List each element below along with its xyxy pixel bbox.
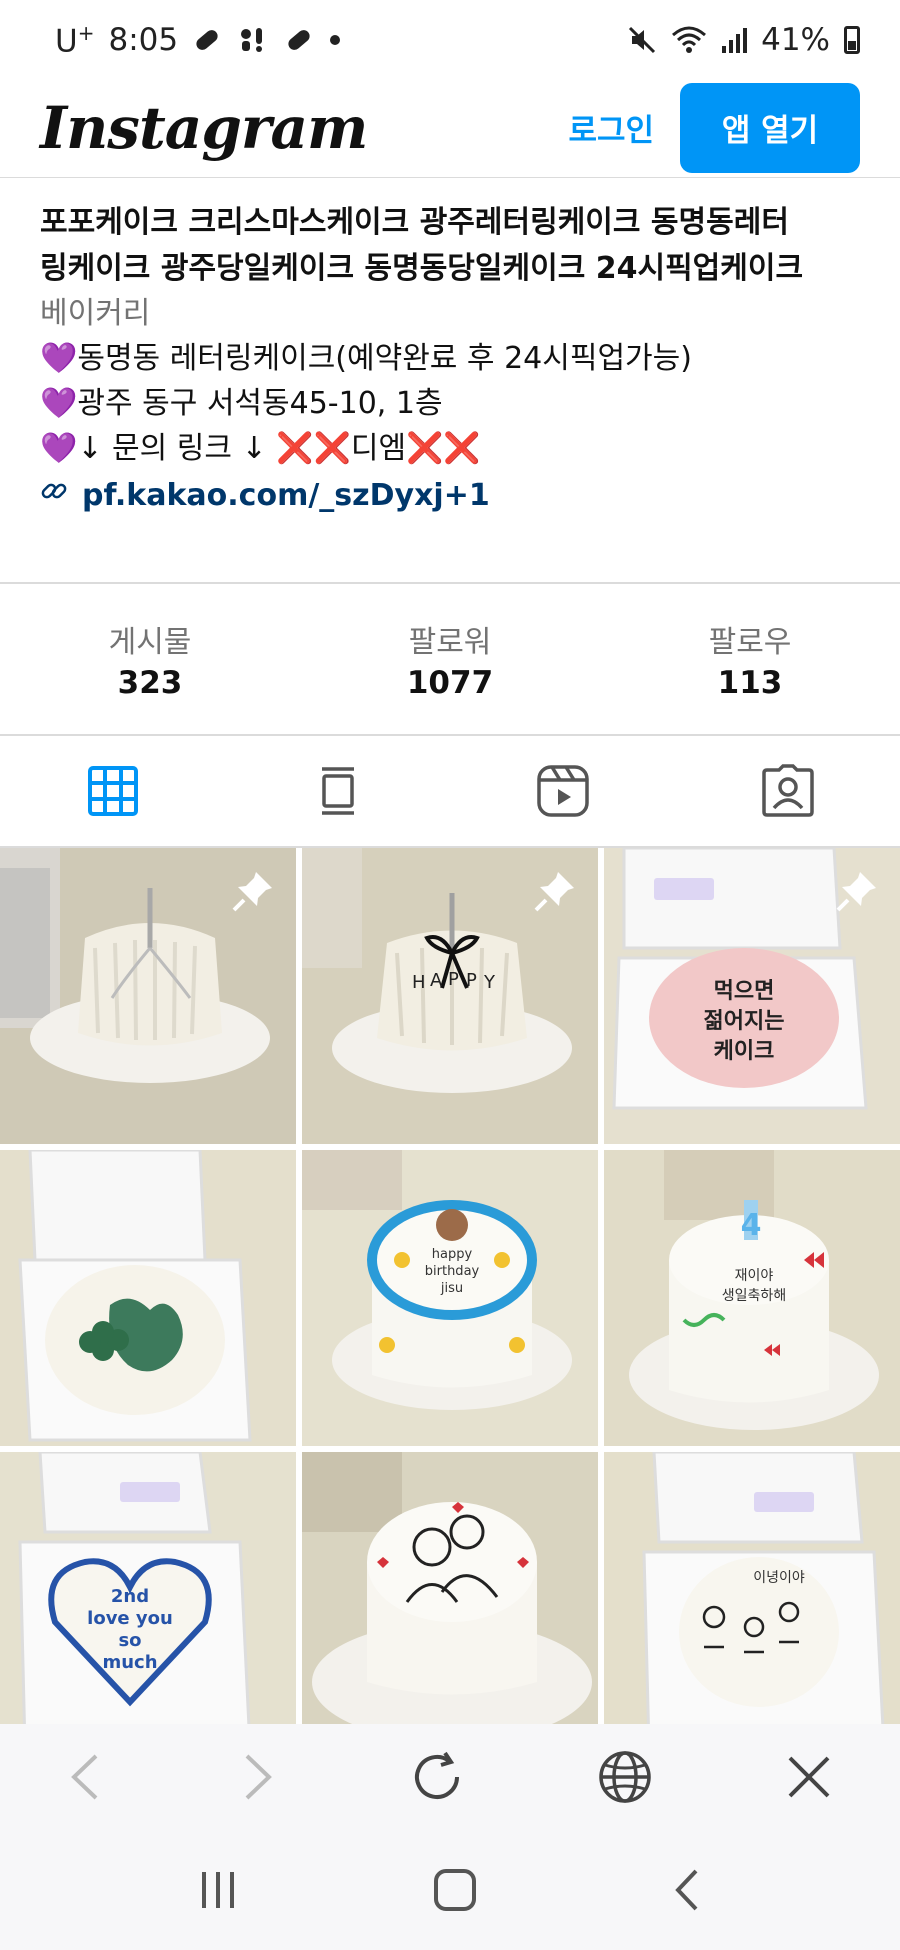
svg-text:H: H: [412, 972, 426, 993]
cake-photo: 4 재이야 생일축하해: [604, 1150, 900, 1446]
cake-photo: [0, 1150, 296, 1446]
instagram-logo[interactable]: Instagram: [40, 94, 368, 162]
svg-text:먹으면: 먹으면: [714, 979, 775, 1004]
post-thumbnail[interactable]: 4 재이야 생일축하해: [604, 1150, 900, 1446]
svg-text:이녕이야: 이녕이야: [753, 1570, 805, 1586]
battery-percent: 41%: [761, 22, 830, 58]
svg-text:A: A: [430, 970, 443, 991]
svg-text:4: 4: [741, 1208, 762, 1243]
stat-followers[interactable]: 팔로워 1077: [300, 584, 600, 734]
svg-text:birthday: birthday: [425, 1264, 480, 1279]
recent-apps-icon[interactable]: [196, 1868, 240, 1912]
app-header: Instagram 로그인 앱 열기: [0, 78, 900, 178]
grid-icon: [87, 766, 138, 816]
stat-value: 323: [117, 665, 183, 701]
login-link[interactable]: 로그인: [568, 105, 654, 150]
stat-label: 팔로워: [408, 625, 492, 660]
svg-text:P: P: [466, 970, 477, 991]
svg-text:so: so: [118, 1630, 141, 1651]
pin-icon: [534, 872, 574, 912]
bio-line: 💜광주 동구 서석동45-10, 1층: [40, 386, 443, 421]
post-thumbnail[interactable]: 2nd love you so much: [0, 1452, 296, 1748]
cake-photo: happy birthday jisu: [302, 1150, 598, 1446]
home-icon[interactable]: [432, 1867, 478, 1913]
svg-text:재이야: 재이야: [735, 1268, 774, 1284]
clock: 8:05: [108, 21, 179, 58]
stat-value: 1077: [406, 665, 494, 701]
stat-posts[interactable]: 게시물 323: [0, 584, 300, 734]
bio-title-line: 포포케이크 크리스마스케이크 광주레터링케이크 동명동레터: [40, 205, 789, 240]
bio-line: 💜↓ 문의 링크 ↓ ❌❌디엠❌❌: [40, 431, 481, 466]
bio-external-link[interactable]: pf.kakao.com/_szDyxj+1: [40, 473, 870, 519]
stat-label: 게시물: [108, 625, 192, 660]
dot-icon: [328, 33, 342, 47]
post-thumbnail[interactable]: [0, 1150, 296, 1446]
stat-value: 113: [717, 665, 783, 701]
close-icon[interactable]: [784, 1752, 834, 1802]
svg-text:Y: Y: [483, 972, 496, 993]
profile-stats: 게시물 323 팔로워 1077 팔로우 113: [0, 582, 900, 736]
globe-icon[interactable]: [597, 1749, 653, 1805]
svg-text:P: P: [448, 969, 459, 990]
post-thumbnail[interactable]: [0, 848, 296, 1144]
feed-icon: [321, 767, 354, 815]
link-icon: [40, 473, 68, 519]
svg-text:2nd: 2nd: [111, 1586, 149, 1607]
stat-following[interactable]: 팔로우 113: [600, 584, 900, 734]
svg-text:love you: love you: [87, 1608, 173, 1629]
tab-grid[interactable]: [0, 736, 225, 846]
alert-icon: [236, 25, 270, 55]
svg-text:happy: happy: [432, 1247, 473, 1262]
reels-icon: [536, 765, 589, 817]
tab-reels[interactable]: [450, 736, 675, 846]
wifi-icon: [671, 25, 707, 55]
pin-icon: [836, 872, 876, 912]
pill-icon: [284, 25, 314, 55]
open-app-button[interactable]: 앱 열기: [680, 82, 860, 173]
battery-icon: [844, 26, 860, 54]
system-back-icon[interactable]: [670, 1867, 704, 1913]
post-grid: H A P P Y 먹으면 젊어지는 케이크 happy birthday ji…: [0, 848, 900, 1748]
profile-tabs: [0, 736, 900, 848]
post-thumbnail[interactable]: happy birthday jisu: [302, 1150, 598, 1446]
bio-title-line: 링케이크 광주당일케이크 동명동당일케이크 24시픽업케이크: [40, 251, 804, 286]
status-bar: U+ 8:05 41%: [0, 0, 900, 80]
system-nav-bar: [0, 1830, 900, 1950]
link-text[interactable]: pf.kakao.com/_szDyxj+1: [82, 473, 490, 519]
tab-feed[interactable]: [225, 736, 450, 846]
svg-text:케이크: 케이크: [714, 1039, 775, 1064]
pill-icon: [192, 25, 222, 55]
bio-line: 💜동명동 레터링케이크(예약완료 후 24시픽업가능): [40, 341, 692, 376]
tagged-icon: [761, 764, 814, 817]
post-thumbnail[interactable]: 먹으면 젊어지는 케이크: [604, 848, 900, 1144]
profile-bio: 포포케이크 크리스마스케이크 광주레터링케이크 동명동레터 링케이크 광주당일케…: [40, 200, 870, 519]
post-thumbnail[interactable]: H A P P Y: [302, 848, 598, 1144]
svg-text:much: much: [102, 1652, 157, 1673]
post-thumbnail[interactable]: 이녕이야: [604, 1452, 900, 1748]
svg-text:젊어지는: 젊어지는: [704, 1009, 785, 1034]
stat-label: 팔로우: [708, 625, 792, 660]
svg-text:생일축하해: 생일축하해: [722, 1288, 786, 1304]
svg-text:jisu: jisu: [440, 1281, 463, 1296]
tab-tagged[interactable]: [675, 736, 900, 846]
carrier-label: U+: [55, 20, 95, 60]
refresh-icon[interactable]: [409, 1749, 465, 1805]
bio-category: 베이커리: [40, 296, 151, 331]
back-arrow-icon[interactable]: [66, 1752, 106, 1802]
cake-photo: 2nd love you so much: [0, 1452, 296, 1748]
signal-icon: [721, 26, 748, 54]
pin-icon: [232, 872, 272, 912]
forward-arrow-icon[interactable]: [237, 1752, 277, 1802]
mute-icon: [627, 25, 657, 55]
post-thumbnail[interactable]: [302, 1452, 598, 1748]
cake-photo: 이녕이야: [604, 1452, 900, 1748]
cake-photo: [302, 1452, 598, 1748]
browser-toolbar: [0, 1724, 900, 1830]
